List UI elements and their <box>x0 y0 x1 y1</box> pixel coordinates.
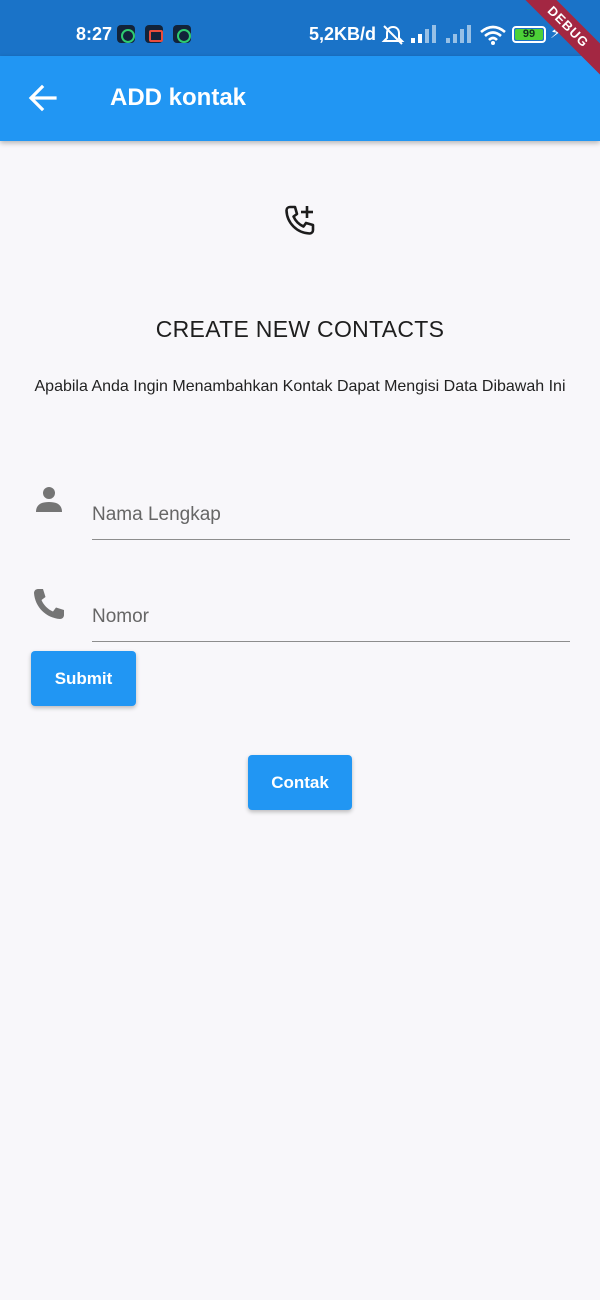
section-heading: CREATE NEW CONTACTS <box>155 316 445 342</box>
wifi-icon <box>480 25 506 45</box>
status-bar: 8:27 5,2KB/d 99 ⚡ <box>0 0 600 56</box>
add-call-icon <box>285 205 315 235</box>
battery-icon: 99 <box>512 26 546 43</box>
phone-icon <box>34 589 64 619</box>
mute-icon <box>381 25 405 45</box>
phone-number-input[interactable] <box>92 592 570 642</box>
signal-icon <box>446 25 471 43</box>
app-bar: ADD kontak <box>0 56 600 141</box>
notification-app-icon <box>173 25 191 43</box>
battery-level: 99 <box>515 29 543 40</box>
arrow-back-icon[interactable] <box>24 80 64 120</box>
network-speed: 5,2KB/d <box>309 24 377 44</box>
full-name-input[interactable] <box>92 490 570 540</box>
person-icon <box>36 487 62 512</box>
section-description: Apabila Anda Ingin Menambahkan Kontak Da… <box>34 378 566 395</box>
notification-app-icon <box>117 25 135 43</box>
page-title: ADD kontak <box>110 84 247 111</box>
contak-button[interactable]: Contak <box>248 755 352 810</box>
notification-record-icon <box>145 25 163 43</box>
submit-button[interactable]: Submit <box>31 651 136 706</box>
status-time: 8:27 <box>76 24 113 44</box>
signal-icon <box>411 25 436 43</box>
